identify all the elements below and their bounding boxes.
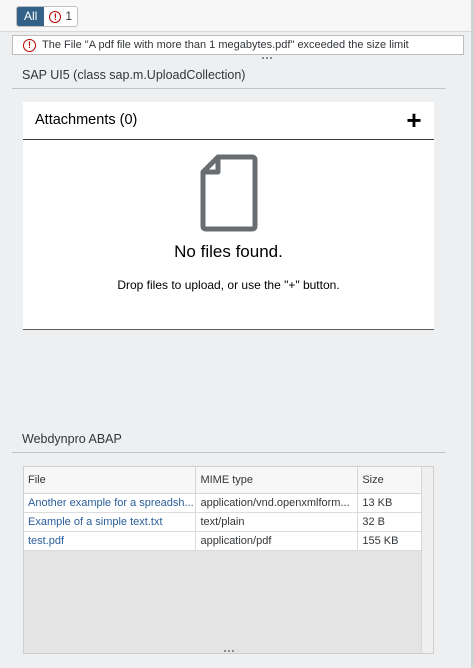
filter-error-button[interactable]: ! 1 [44, 7, 77, 26]
error-message-strip: ! The File "A pdf file with more than 1 … [12, 35, 464, 55]
mime-type-cell: application/pdf [195, 531, 359, 551]
file-link[interactable]: test.pdf [24, 531, 197, 551]
error-count: 1 [65, 9, 73, 23]
table-vertical-scrollbar[interactable] [421, 467, 433, 653]
section-divider [12, 452, 446, 453]
add-attachment-button[interactable]: + [402, 107, 426, 134]
upload-collection: Attachments (0) + No files found. Drop f… [23, 102, 434, 330]
message-type-segmented-button: All ! 1 [16, 6, 79, 27]
attachments-table-container: File MIME type Size Another example for … [23, 466, 434, 654]
table-row[interactable]: Example of a simple text.txt text/plain … [24, 512, 422, 532]
webdynpro-section-title: Webdynpro ABAP [22, 432, 122, 446]
error-icon: ! [49, 10, 62, 23]
column-header-file[interactable]: File [24, 467, 197, 494]
size-cell: 32 B [357, 512, 422, 532]
attachments-title: Attachments (0) [35, 112, 138, 128]
upload-collection-header: Attachments (0) + [23, 102, 434, 140]
no-data-title: No files found. [174, 242, 283, 261]
error-icon: ! [23, 38, 36, 52]
sapui5-section-title: SAP UI5 (class sap.m.UploadCollection) [22, 68, 246, 82]
table-resize-grip[interactable] [224, 650, 234, 653]
message-filter-bar: All ! 1 [0, 0, 474, 32]
size-cell: 13 KB [357, 493, 422, 513]
filter-all-button[interactable]: All [17, 7, 45, 26]
column-header-size[interactable]: Size [357, 467, 422, 494]
no-data-description: Drop files to upload, or use the "+" but… [117, 278, 340, 292]
document-icon [200, 154, 258, 232]
table-header-row: File MIME type Size [24, 467, 422, 494]
section-divider [12, 88, 446, 89]
table-row[interactable]: Another example for a spreadsh... applic… [24, 493, 422, 513]
resize-grip[interactable] [262, 57, 272, 60]
file-link[interactable]: Another example for a spreadsh... [24, 493, 197, 513]
table-row[interactable]: test.pdf application/pdf 155 KB [24, 531, 422, 551]
error-message-text: The File "A pdf file with more than 1 me… [42, 39, 409, 51]
file-link[interactable]: Example of a simple text.txt [24, 512, 197, 532]
attachments-table: File MIME type Size Another example for … [24, 467, 422, 551]
column-header-mime-type[interactable]: MIME type [195, 467, 359, 494]
mime-type-cell: application/vnd.openxmlform... [195, 493, 359, 513]
size-cell: 155 KB [357, 531, 422, 551]
mime-type-cell: text/plain [195, 512, 359, 532]
